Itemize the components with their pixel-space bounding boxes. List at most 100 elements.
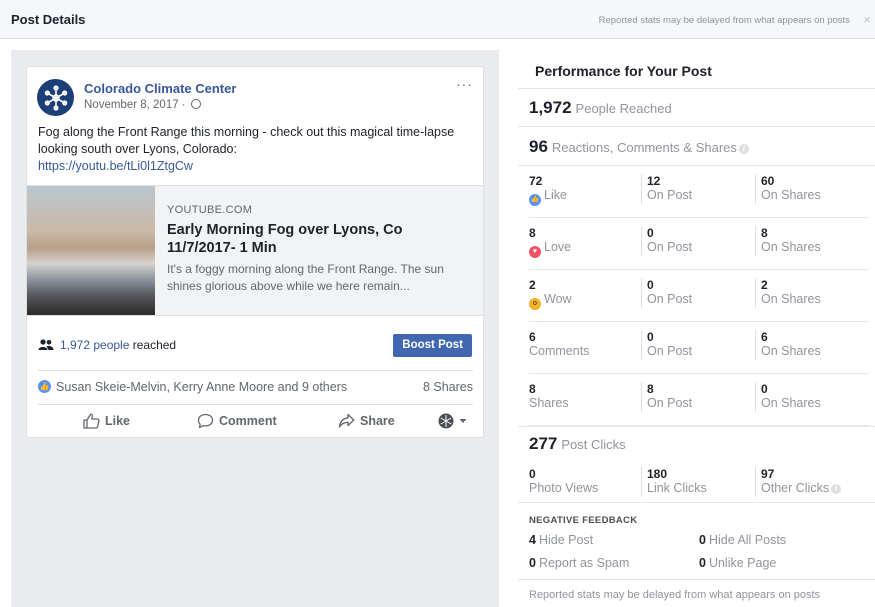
header-delay-note: Reported stats may be delayed from what … <box>598 15 850 26</box>
post-card: Colorado Climate Center November 8, 2017… <box>26 66 484 438</box>
comment-button[interactable]: Comment <box>197 413 277 429</box>
stat-cell: 97 Other Clicks i <box>755 467 842 497</box>
shares-count-link[interactable]: 8 Shares <box>423 380 473 394</box>
stat-cell: 6 Comments <box>529 330 589 360</box>
people-reached-link[interactable]: 1,972 people <box>60 338 129 352</box>
share-label: Share <box>360 414 395 428</box>
info-icon[interactable]: i <box>738 144 749 154</box>
stat-label: On Post <box>647 292 693 306</box>
engagement-metric: 96 Reactions, Comments & Shares i <box>529 137 749 157</box>
report-spam-stat: 0 Report as Spam <box>529 556 629 570</box>
stat-value: 60 <box>761 174 775 188</box>
stat-label: On Shares <box>761 240 821 254</box>
like-reaction-icon: 👍 <box>38 380 51 393</box>
stat-label: 👍 Like <box>529 188 567 206</box>
divider <box>518 126 875 127</box>
snowflake-logo-icon <box>44 84 67 111</box>
page-avatar[interactable] <box>37 79 74 116</box>
stat-label: Hide Post <box>538 533 594 547</box>
stat-label: Report as Spam <box>538 556 630 570</box>
page-title: Post Details <box>11 12 86 27</box>
link-preview-card[interactable]: YOUTUBE.COM Early Morning Fog over Lyons… <box>27 185 483 316</box>
info-icon[interactable]: i <box>831 484 842 494</box>
divider <box>518 426 875 427</box>
share-arrow-icon <box>338 413 355 428</box>
stat-label: On Shares <box>761 344 821 358</box>
post-url-link[interactable]: https://youtu.be/tLi0l1ZtgCw <box>38 158 478 175</box>
stat-label: On Shares <box>761 188 821 202</box>
stat-value: 6 <box>529 330 536 344</box>
post-message-text: Fog along the Front Range this morning -… <box>38 125 455 156</box>
stat-label: On Post <box>647 396 693 410</box>
stat-value: 0 <box>647 278 654 292</box>
stat-cell: 0 On Post <box>641 226 692 256</box>
post-clicks-value: 277 <box>529 434 558 453</box>
stat-value: 4 <box>529 533 536 547</box>
preview-source: YOUTUBE.COM <box>167 204 253 216</box>
stat-value: 0 <box>647 330 654 344</box>
stat-cell: 0 On Shares <box>755 382 821 412</box>
post-as-selector[interactable] <box>438 413 467 429</box>
like-reaction-icon: 👍 <box>529 194 541 206</box>
stat-cell: 8 ♥ Love <box>529 226 572 258</box>
stat-label-text: Other Clicks <box>761 481 830 495</box>
people-reached-label: People Reached <box>575 101 672 116</box>
stat-row-clicks: 0 Photo Views 180 Link Clicks 97 Other Clic… <box>529 459 869 511</box>
stat-row-comments: 6 Comments 0 On Post 6 On Shares <box>529 322 869 374</box>
post-actions: Like Comment Share <box>38 404 473 434</box>
stat-row-shares: 8 Shares 8 On Post 0 On Shares <box>529 374 869 426</box>
stat-value: 0 <box>647 226 654 240</box>
footer-delay-note: Reported stats may be delayed from what … <box>529 589 821 601</box>
stat-value: 12 <box>647 174 661 188</box>
stat-label: Unlike Page <box>708 556 777 570</box>
like-label: Like <box>105 414 131 428</box>
negative-feedback-title: NEGATIVE FEEDBACK <box>529 515 638 526</box>
post-message: Fog along the Front Range this morning -… <box>38 124 478 175</box>
stat-value: 0 <box>699 533 706 547</box>
close-icon[interactable]: × <box>863 12 871 27</box>
comment-icon <box>197 413 214 429</box>
reach-row: 1,972 people reached Boost Post <box>27 330 483 360</box>
stat-value: 0 <box>529 467 536 481</box>
stat-label: On Shares <box>761 292 821 306</box>
reach-text: 1,972 people reached <box>60 338 176 352</box>
stat-label: On Post <box>647 188 693 202</box>
likes-row: 👍 Susan Skeie-Melvin, Kerry Anne Moore a… <box>38 370 473 394</box>
post-date[interactable]: November 8, 2017 · <box>84 99 201 111</box>
stat-row-wow: 2 o Wow 0 On Post 2 On Shares <box>529 270 869 322</box>
post-clicks-label: Post Clicks <box>561 437 626 452</box>
share-button[interactable]: Share <box>338 413 395 429</box>
stat-value: 8 <box>761 226 768 240</box>
stat-label: Photo Views <box>529 481 599 495</box>
page-name-link[interactable]: Colorado Climate Center <box>84 81 236 96</box>
stat-label: Other Clicks i <box>761 481 842 496</box>
post-clicks-metric: 277 Post Clicks <box>529 434 626 454</box>
stat-label-text: Love <box>544 240 572 254</box>
stat-label: Hide All Posts <box>708 533 787 547</box>
stat-label: Link Clicks <box>647 481 707 495</box>
stat-value: 180 <box>647 467 668 481</box>
like-button[interactable]: Like <box>83 413 130 429</box>
stat-label: On Shares <box>761 396 821 410</box>
post-preview-panel: Colorado Climate Center November 8, 2017… <box>11 50 499 607</box>
stat-cell: 8 Shares <box>529 382 569 412</box>
stat-value: 2 <box>529 278 536 292</box>
reach-suffix: reached <box>129 338 177 352</box>
stat-row-like: 72 👍 Like 12 On Post 60 On Shares <box>529 166 869 218</box>
thumbs-up-icon <box>83 413 100 429</box>
people-reached-metric: 1,972 People Reached <box>529 98 672 118</box>
stat-label: Shares <box>529 396 569 410</box>
stat-value: 0 <box>529 556 536 570</box>
more-options-icon[interactable]: ··· <box>456 76 473 92</box>
boost-post-button[interactable]: Boost Post <box>393 334 472 357</box>
stat-value: 8 <box>647 382 654 396</box>
stat-cell: 0 Photo Views <box>529 467 598 497</box>
performance-panel: Performance for Your Post 1,972 People Re… <box>518 50 875 607</box>
stat-cell: 60 On Shares <box>755 174 821 204</box>
stat-row-love: 8 ♥ Love 0 On Post 8 On Shares <box>529 218 869 270</box>
stat-label: On Post <box>647 344 693 358</box>
stat-cell: 2 o Wow <box>529 278 572 310</box>
likers-link[interactable]: Susan Skeie-Melvin, Kerry Anne Moore and… <box>56 380 347 394</box>
stat-label: o Wow <box>529 292 572 310</box>
stat-value: 97 <box>761 467 775 481</box>
